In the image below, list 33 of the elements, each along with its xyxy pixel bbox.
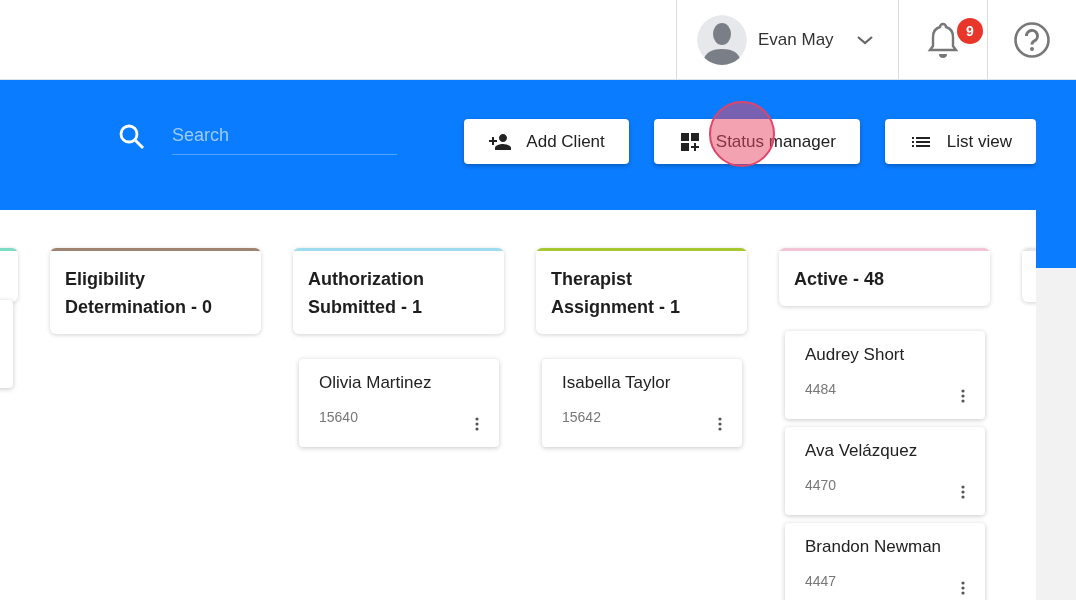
notification-badge: 9 [957,18,983,44]
column-title: Active - 48 [794,268,885,291]
search-field[interactable]: Search [172,119,397,155]
client-card[interactable]: Brandon Newman 4447 [785,523,985,600]
client-id: 4470 [805,477,837,493]
more-options-icon[interactable] [718,417,722,431]
more-options-icon[interactable] [961,485,965,499]
column-title: Eligibility Determination - 0 [65,268,214,319]
list-view-button[interactable]: List view [884,119,1036,164]
column-title: Authorization Submitted - 1 [308,268,425,319]
bell-icon[interactable] [926,20,960,59]
client-id: 4484 [805,381,837,397]
client-id: 15642 [562,409,601,425]
client-card[interactable]: Audrey Short 4484 [785,331,985,419]
client-id: 4447 [805,573,837,589]
more-options-icon[interactable] [961,389,965,403]
client-card[interactable]: Olivia Martinez 15640 [299,359,499,447]
client-id: 15640 [319,409,358,425]
avatar-icon [697,14,747,65]
client-name: Brandon Newman [805,537,942,557]
client-name: Ava Velázquez [805,441,918,461]
more-options-icon[interactable] [961,581,965,595]
client-name: Olivia Martinez [319,373,432,393]
search-icon [118,123,146,151]
client-card[interactable]: Isabella Taylor 15642 [542,359,742,447]
user-name[interactable]: Evan May [758,29,834,50]
client-name: Audrey Short [805,345,905,365]
client-name: Isabella Taylor [562,373,671,393]
column-title: Therapist Assignment - 1 [551,268,682,319]
client-card[interactable]: Ava Velázquez 4470 [785,427,985,515]
add-client-button[interactable]: Add Client [464,119,629,164]
help-icon[interactable] [1013,20,1051,59]
more-options-icon[interactable] [475,417,479,431]
